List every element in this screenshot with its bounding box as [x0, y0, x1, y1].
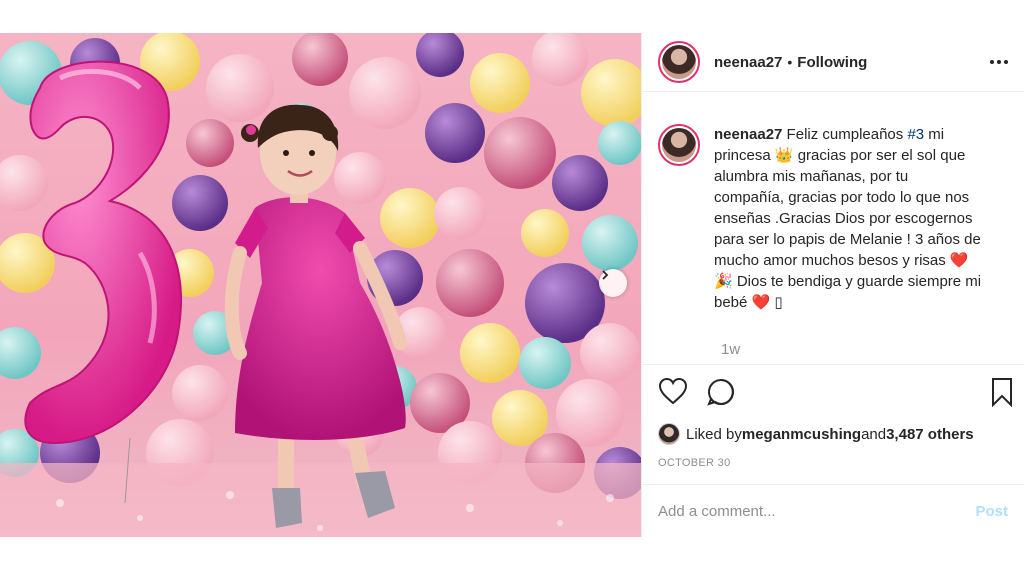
time-ago[interactable]: 1w [721, 341, 740, 358]
header-separator: • [787, 54, 793, 70]
comments-section: neenaa27 Feliz cumpleaños #3 mi princesa… [642, 93, 1024, 363]
likes-summary: Liked by meganmcushing and 3,487 others [658, 423, 974, 445]
add-comment-bar: Post [642, 484, 1024, 537]
caption: neenaa27 Feliz cumpleaños #3 mi princesa… [658, 124, 1008, 313]
comment-icon[interactable] [706, 377, 736, 412]
likes-middle: and [861, 425, 887, 443]
post-photo[interactable] [0, 33, 641, 537]
post-side-panel: neenaa27 • Following neenaa27 Feliz cump… [641, 33, 1024, 537]
likes-prefix: Liked by [686, 425, 742, 443]
post-date[interactable]: OCTOBER 30 [658, 457, 731, 469]
caption-text-rest: mi princesa 👑 gracias por ser el sol que… [714, 126, 982, 311]
bookmark-icon[interactable] [990, 377, 1014, 412]
post-comment-button[interactable]: Post [975, 503, 1008, 520]
caption-username[interactable]: neenaa27 [714, 126, 782, 143]
action-bar [642, 364, 1024, 422]
heart-icon[interactable] [658, 377, 688, 410]
caption-hashtag[interactable]: #3 [907, 126, 924, 143]
carousel-next-button[interactable] [599, 269, 627, 297]
post-header: neenaa27 • Following [642, 33, 1024, 92]
instagram-post-modal: neenaa27 • Following neenaa27 Feliz cump… [0, 33, 1024, 537]
more-options-icon[interactable] [990, 54, 1008, 70]
likes-count[interactable]: 3,487 others [886, 426, 974, 443]
following-button[interactable]: Following [797, 54, 867, 71]
caption-text: neenaa27 Feliz cumpleaños #3 mi princesa… [714, 124, 982, 313]
header-username[interactable]: neenaa27 [714, 54, 782, 71]
comment-input[interactable] [658, 502, 976, 520]
caption-text-start: Feliz cumpleaños [782, 126, 908, 143]
caption-avatar[interactable] [658, 124, 700, 166]
birthday-photo-illustration [0, 33, 641, 537]
liker-avatar[interactable] [658, 423, 680, 445]
chevron-right-icon [602, 270, 609, 280]
avatar[interactable] [658, 41, 700, 83]
liker-username[interactable]: meganmcushing [742, 426, 861, 443]
